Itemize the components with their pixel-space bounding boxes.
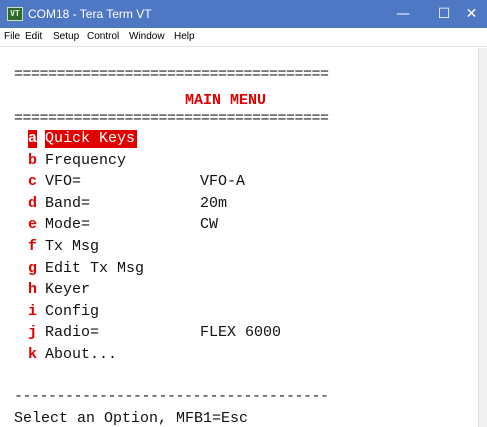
prompt-line: Select an Option, MFB1=Esc <box>14 410 249 427</box>
option-label: Band= <box>45 194 91 212</box>
menu-heading: MAIN MENU <box>185 92 267 109</box>
tera-term-window: VT COM18 - Tera Term VT — ☐ ✕ File Edit … <box>0 0 487 427</box>
menu-option-e[interactable]: e Mode= CW <box>17 216 417 234</box>
option-label: Quick Keys <box>45 130 138 148</box>
menu-edit[interactable]: Edit <box>25 28 42 46</box>
menu-option-j[interactable]: j Radio= FLEX 6000 <box>17 324 417 342</box>
option-label: VFO= <box>45 173 82 191</box>
option-label: Radio= <box>45 324 100 342</box>
menu-option-a[interactable]: a Quick Keys <box>17 130 417 148</box>
option-value: FLEX 6000 <box>200 324 282 342</box>
window-title: COM18 - Tera Term VT <box>28 7 152 21</box>
tera-term-app-icon[interactable]: VT <box>7 7 23 21</box>
menu-window[interactable]: Window <box>129 28 165 46</box>
vertical-scrollbar[interactable] <box>478 48 487 427</box>
separator-top: ===================================== <box>14 66 329 83</box>
menu-control[interactable]: Control <box>87 28 119 46</box>
option-key: j <box>28 324 38 342</box>
option-value: VFO-A <box>200 173 246 191</box>
option-key: a <box>28 130 38 148</box>
menu-option-f[interactable]: f Tx Msg <box>17 238 417 256</box>
title-bar[interactable]: VT COM18 - Tera Term VT — ☐ ✕ <box>0 0 487 28</box>
menu-help[interactable]: Help <box>174 28 195 46</box>
menu-option-i[interactable]: i Config <box>17 303 417 321</box>
menu-option-c[interactable]: c VFO= VFO-A <box>17 173 417 191</box>
option-value: CW <box>200 216 219 234</box>
option-label: Tx Msg <box>45 238 100 255</box>
menu-bar: File Edit Setup Control Window Help <box>0 28 487 47</box>
close-button[interactable]: ✕ <box>456 0 487 28</box>
menu-file[interactable]: File <box>4 28 20 46</box>
option-label: Mode= <box>45 216 91 234</box>
option-key: h <box>28 281 38 299</box>
menu-option-g[interactable]: g Edit Tx Msg <box>17 260 417 278</box>
option-key: f <box>28 238 38 255</box>
menu-setup[interactable]: Setup <box>53 28 79 46</box>
option-key: e <box>28 216 38 234</box>
option-key: b <box>28 151 38 169</box>
minimize-button[interactable]: — <box>380 0 426 28</box>
menu-option-b[interactable]: b Frequency <box>17 152 417 170</box>
option-key: i <box>28 302 38 320</box>
menu-option-h[interactable]: h Keyer <box>17 281 417 299</box>
menu-option-d[interactable]: d Band= 20m <box>17 195 417 213</box>
option-label: Config <box>45 302 100 320</box>
option-key: d <box>28 194 38 212</box>
terminal-screen[interactable]: ===================================== MA… <box>0 48 478 427</box>
option-value: 20m <box>200 194 228 212</box>
option-label: Keyer <box>45 281 91 299</box>
option-key: k <box>28 346 38 363</box>
option-label: Frequency <box>45 151 127 169</box>
menu-option-k[interactable]: k About... <box>17 346 417 364</box>
option-key: c <box>28 173 38 191</box>
option-label: Edit Tx Msg <box>45 259 145 277</box>
separator-bottom: ------------------------------------- <box>14 388 329 405</box>
option-label: About... <box>45 346 118 363</box>
option-key: g <box>28 259 38 277</box>
separator-mid: ===================================== <box>14 110 329 127</box>
